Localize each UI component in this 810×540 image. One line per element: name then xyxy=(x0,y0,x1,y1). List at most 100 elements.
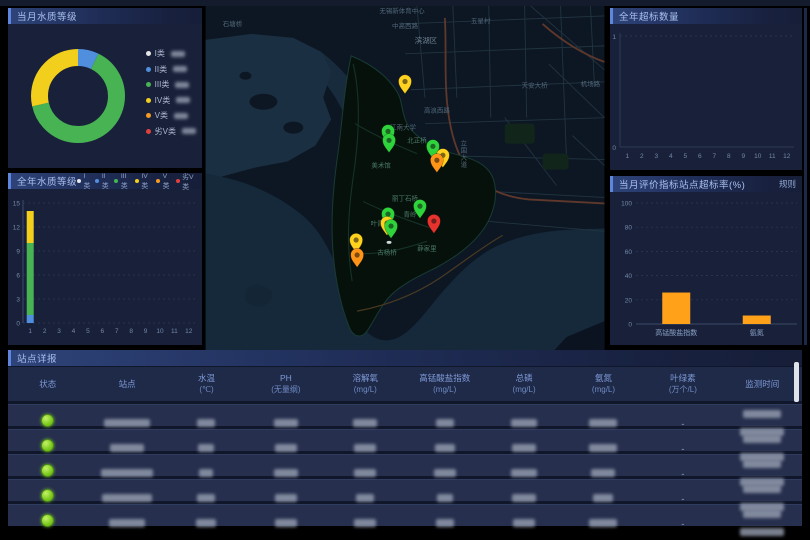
axis-label: 0 xyxy=(628,322,632,329)
legend-item[interactable]: V类 xyxy=(146,110,198,121)
legend-label: 劣V类 xyxy=(155,126,176,137)
axis-label: 3 xyxy=(16,297,20,304)
map-label: 机场路 xyxy=(581,79,601,88)
axis-label: 60 xyxy=(625,249,633,256)
axis-label: 4 xyxy=(669,153,673,160)
legend-item[interactable]: II类 xyxy=(146,64,198,75)
legend-item[interactable]: III类 xyxy=(146,79,198,90)
axis-label: 0 xyxy=(16,321,20,328)
redacted-value xyxy=(589,444,617,452)
redacted-value xyxy=(740,528,784,536)
legend-label: III类 xyxy=(121,173,130,190)
redacted-value xyxy=(437,494,453,502)
redacted-value xyxy=(512,444,536,452)
legend-item[interactable]: I类 xyxy=(77,176,90,186)
legend-dot xyxy=(95,179,99,183)
map-label: 天安大桥 xyxy=(522,81,548,90)
table-scrollbar[interactable] xyxy=(794,362,799,402)
redacted-value xyxy=(197,419,215,427)
table-row[interactable]: - xyxy=(8,479,802,501)
col-header-chla: 叶绿素(万个/L) xyxy=(643,373,722,395)
panel-title: 当月评价指标站点超标率(%) xyxy=(619,177,745,191)
stacked-bar-segment[interactable] xyxy=(27,315,34,323)
redacted-value xyxy=(274,419,298,427)
legend-item[interactable]: I类 xyxy=(146,48,198,59)
redacted-value xyxy=(101,469,153,477)
legend-item[interactable]: V类 xyxy=(156,176,171,186)
cell-value: - xyxy=(681,469,684,479)
axis-label: 15 xyxy=(13,201,21,208)
redacted-value xyxy=(436,519,454,527)
right-edge-strip xyxy=(804,8,807,345)
rate-bar-chart: 020406080100高锰酸盐指数氨氮 xyxy=(610,192,802,345)
col-header-codmn: 高锰酸盐指数(mg/L) xyxy=(405,373,484,395)
panel-title-bar: 当月水质等级 xyxy=(8,8,202,24)
map-canvas[interactable]: 石塘桥无锡新体育中心中高西路滨湖区五星村高浪西路江南大学北正桥立国大道美术馆丽丁… xyxy=(205,6,605,352)
redacted-value xyxy=(109,519,145,527)
redacted-value xyxy=(196,519,216,527)
status-indicator xyxy=(41,514,54,527)
axis-label: 6 xyxy=(16,273,20,280)
redacted-value xyxy=(743,485,781,493)
map-label: 五星村 xyxy=(471,16,491,25)
dashboard: 当月水质等级 I类II类III类IV类V类劣V类 全年水质等级 I类II类III… xyxy=(0,0,810,540)
axis-label: 12 xyxy=(783,153,791,160)
exceed-chart: 10123456789101112 xyxy=(610,24,802,170)
donut-legend: I类 II类 III类 IV类 V类劣V类 xyxy=(146,48,198,137)
map-label: 北正桥 xyxy=(407,136,427,145)
redacted-value xyxy=(275,444,297,452)
table-row[interactable]: - xyxy=(8,429,802,451)
redacted-value xyxy=(589,519,617,527)
legend-item[interactable]: 劣V类 xyxy=(146,126,198,137)
legend-dot xyxy=(146,98,151,103)
legend-label: V类 xyxy=(163,173,171,190)
rules-link[interactable]: 规则 xyxy=(779,178,796,190)
panel-month-rate: 当月评价指标站点超标率(%) 规则 020406080100高锰酸盐指数氨氮 xyxy=(610,176,802,345)
legend-item[interactable]: IV类 xyxy=(146,95,198,106)
panel-station-table: 站点详报 状态 站点 水温(℃) PH(无量纲) 溶解氧(mg/L) 高锰酸盐指… xyxy=(8,350,802,522)
axis-label: 8 xyxy=(727,153,731,160)
panel-year-exceed: 全年超标数量 10123456789101112 xyxy=(610,8,802,170)
redacted-value xyxy=(743,460,781,468)
axis-label: 1 xyxy=(625,153,629,160)
axis-label: 11 xyxy=(769,153,776,160)
rate-bar[interactable] xyxy=(743,316,771,324)
redacted-value xyxy=(511,469,537,477)
panel-title: 全年超标数量 xyxy=(619,9,679,23)
legend-item[interactable]: IV类 xyxy=(135,176,151,186)
table-row[interactable]: - xyxy=(8,404,802,426)
redacted-value xyxy=(174,113,188,119)
redacted-value xyxy=(175,82,189,88)
col-header-ph: PH(无量纲) xyxy=(246,373,325,395)
legend-label: I类 xyxy=(84,173,91,190)
axis-label: 3 xyxy=(654,153,658,160)
redacted-value xyxy=(274,469,298,477)
map-label: 无锡新体育中心 xyxy=(379,6,425,15)
panel-title: 站点详报 xyxy=(17,351,57,365)
axis-label: 氨氮 xyxy=(750,328,764,337)
redacted-value xyxy=(436,419,454,427)
redacted-value xyxy=(593,494,613,502)
redacted-value xyxy=(173,66,187,72)
axis-label: 80 xyxy=(625,225,633,232)
axis-label: 20 xyxy=(625,297,633,304)
legend-item[interactable]: 劣V类 xyxy=(176,176,196,186)
table-row[interactable]: - xyxy=(8,504,802,526)
status-indicator xyxy=(41,464,54,477)
panel-year-quality: 全年水质等级 I类II类III类IV类V类劣V类 036912151234567… xyxy=(8,173,202,345)
legend-item[interactable]: II类 xyxy=(95,176,109,186)
legend-dot xyxy=(135,179,139,183)
status-indicator xyxy=(41,439,54,452)
redacted-value xyxy=(198,444,214,452)
rate-bar[interactable] xyxy=(662,293,690,324)
table-header: 状态 站点 水温(℃) PH(无量纲) 溶解氧(mg/L) 高锰酸盐指数(mg/… xyxy=(8,367,802,401)
axis-label: 11 xyxy=(171,328,178,335)
legend-item[interactable]: III类 xyxy=(114,176,130,186)
stacked-bar-segment[interactable] xyxy=(27,243,34,315)
legend-dot xyxy=(146,51,151,56)
stacked-bar-segment[interactable] xyxy=(27,211,34,243)
legend-label: III类 xyxy=(155,79,170,90)
table-row[interactable]: - xyxy=(8,454,802,476)
legend-label: 劣V类 xyxy=(182,171,196,191)
map-label: 石塘桥 xyxy=(223,19,243,28)
